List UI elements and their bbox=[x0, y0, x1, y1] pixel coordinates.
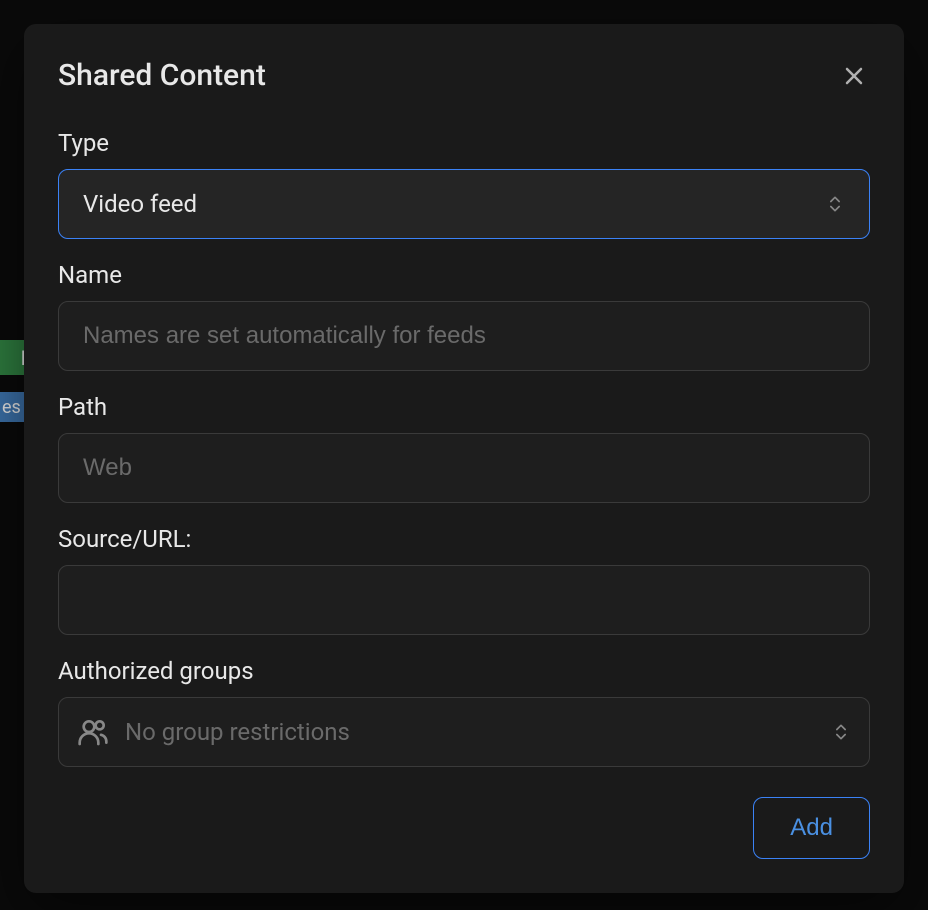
groups-group: Authorized groups No group restrictions bbox=[58, 657, 870, 767]
type-select[interactable]: Video feed bbox=[58, 169, 870, 239]
add-button[interactable]: Add bbox=[753, 797, 870, 859]
groups-label: Authorized groups bbox=[58, 657, 870, 685]
shared-content-modal: Shared Content Type Video feed Name Path bbox=[24, 24, 904, 893]
groups-placeholder: No group restrictions bbox=[125, 718, 831, 746]
chevron-updown-icon bbox=[831, 722, 851, 742]
chevron-updown-icon bbox=[825, 194, 845, 214]
close-button[interactable] bbox=[838, 60, 870, 92]
users-icon bbox=[77, 716, 109, 748]
name-group: Name bbox=[58, 261, 870, 371]
type-group: Type Video feed bbox=[58, 129, 870, 239]
name-input[interactable] bbox=[58, 301, 870, 371]
modal-footer: Add bbox=[58, 797, 870, 859]
type-select-value: Video feed bbox=[83, 190, 197, 218]
modal-header: Shared Content bbox=[58, 58, 870, 93]
modal-title: Shared Content bbox=[58, 58, 266, 93]
name-label: Name bbox=[58, 261, 870, 289]
path-input[interactable] bbox=[58, 433, 870, 503]
type-label: Type bbox=[58, 129, 870, 157]
path-group: Path bbox=[58, 393, 870, 503]
groups-select[interactable]: No group restrictions bbox=[58, 697, 870, 767]
path-label: Path bbox=[58, 393, 870, 421]
source-input[interactable] bbox=[58, 565, 870, 635]
source-group: Source/URL: bbox=[58, 525, 870, 635]
close-icon bbox=[842, 64, 866, 88]
source-label: Source/URL: bbox=[58, 525, 870, 553]
